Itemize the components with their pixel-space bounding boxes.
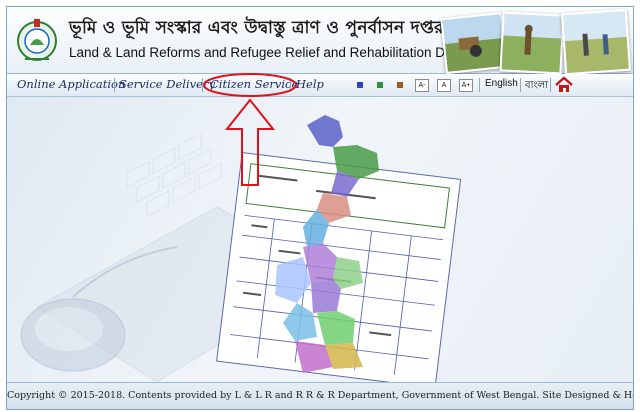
nav-online-application[interactable]: Online Application [17,77,125,91]
theme-brown-button[interactable] [397,82,403,88]
nav-separator [202,78,203,92]
home-icon[interactable] [555,76,573,93]
title-bengali: ভূমি ও ভূমি সংস্কার এবং উদ্বাস্তু ত্রাণ … [69,18,444,38]
font-normal-button[interactable]: A [437,79,451,92]
theme-blue-button[interactable] [357,82,363,88]
site-footer: Copyright © 2015-2018. Contents provided… [7,382,634,409]
main-content-area [7,97,633,382]
nav-separator [520,78,521,92]
nav-citizen-service[interactable]: Citizen Service [210,77,298,91]
theme-green-button[interactable] [377,82,383,88]
site-header: ভূমি ও ভূমি সংস্কার এবং উদ্বাস্তু ত্রাণ … [7,7,633,76]
state-emblem-logo [17,19,57,61]
nav-separator [479,78,480,92]
font-increase-button[interactable]: A+ [459,79,473,92]
font-decrease-button[interactable]: A- [415,79,429,92]
nav-separator [114,78,115,92]
lang-bangla-link[interactable]: বাংলা [525,78,548,95]
nav-separator [550,78,551,92]
main-nav-bar: Online Application Service Delivery Citi… [7,74,633,97]
nav-service-delivery[interactable]: Service Delivery [119,77,215,91]
footer-copyright: Copyright © 2015-2018. Contents provided… [7,390,634,401]
field-photo-1 [440,11,508,75]
background-illustration [20,115,462,382]
page-frame: ভূমি ও ভূমি সংস্কার এবং উদ্বাস্তু ত্রাণ … [6,6,634,410]
nav-separator [290,78,291,92]
header-photo-collage [431,8,633,76]
nav-help[interactable]: Help [296,77,324,91]
field-photo-2 [499,11,565,75]
lang-english-link[interactable]: English [485,78,518,89]
field-photo-3 [560,8,632,76]
